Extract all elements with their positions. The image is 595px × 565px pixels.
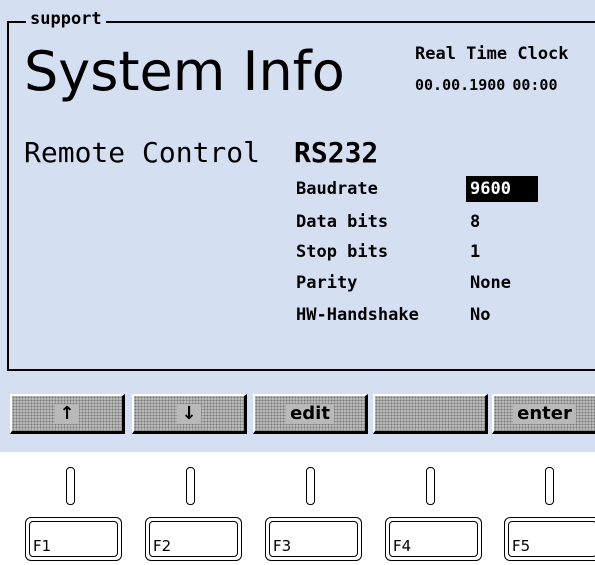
baudrate-value[interactable]: 9600 — [466, 176, 538, 202]
key-stem — [186, 467, 195, 505]
stop-bits-value[interactable]: 1 — [466, 239, 484, 265]
param-name: HW-Handshake — [296, 305, 419, 325]
rtc-label: Real Time Clock — [415, 44, 569, 64]
softkey-label: edit — [286, 403, 334, 424]
parity-value[interactable]: None — [466, 270, 515, 296]
hw-handshake-value[interactable]: No — [466, 302, 494, 328]
key-label: F3 — [273, 537, 292, 555]
softkey-empty[interactable] — [373, 394, 488, 434]
f2-key[interactable]: F2 — [145, 517, 242, 561]
page-title: System Info — [24, 40, 345, 103]
arrow-up-icon: ↑ — [55, 403, 79, 424]
softkey-edit[interactable]: edit — [253, 394, 368, 434]
f3-key[interactable]: F3 — [265, 517, 362, 561]
protocol-label: RS232 — [294, 136, 379, 169]
section-title: Remote Control — [24, 136, 261, 169]
lcd-screen: support System Info Real Time Clock 00.0… — [0, 0, 595, 452]
key-label: F2 — [153, 537, 172, 555]
param-row-data-bits[interactable]: Data bits 8 — [296, 209, 556, 235]
arrow-down-icon: ↓ — [177, 403, 201, 424]
param-name: Parity — [296, 273, 358, 293]
key-stem — [426, 467, 435, 505]
f1-key[interactable]: F1 — [25, 517, 122, 561]
param-name: Baudrate — [296, 179, 378, 199]
f4-key[interactable]: F4 — [385, 517, 482, 561]
param-row-hw-handshake[interactable]: HW-Handshake No — [296, 302, 556, 328]
key-label: F1 — [33, 537, 52, 555]
softkey-label: enter — [513, 403, 576, 424]
key-label: F4 — [393, 537, 412, 555]
key-stem — [66, 467, 75, 505]
softkey-enter[interactable]: enter — [492, 394, 595, 434]
group-label: support — [26, 8, 106, 30]
rtc-value: 00.00.1900 00:00 — [415, 76, 558, 94]
param-name: Stop bits — [296, 242, 389, 262]
param-row-baudrate[interactable]: Baudrate 9600 — [296, 176, 556, 202]
softkey-down[interactable]: ↓ — [132, 394, 247, 434]
key-stem — [306, 467, 315, 505]
param-row-parity[interactable]: Parity None — [296, 270, 556, 296]
key-label: F5 — [512, 537, 531, 555]
param-name: Data bits — [296, 212, 389, 232]
param-row-stop-bits[interactable]: Stop bits 1 — [296, 239, 556, 265]
key-stem — [545, 467, 554, 505]
softkey-up[interactable]: ↑ — [10, 394, 125, 434]
data-bits-value[interactable]: 8 — [466, 209, 484, 235]
f5-key[interactable]: F5 — [504, 517, 595, 561]
